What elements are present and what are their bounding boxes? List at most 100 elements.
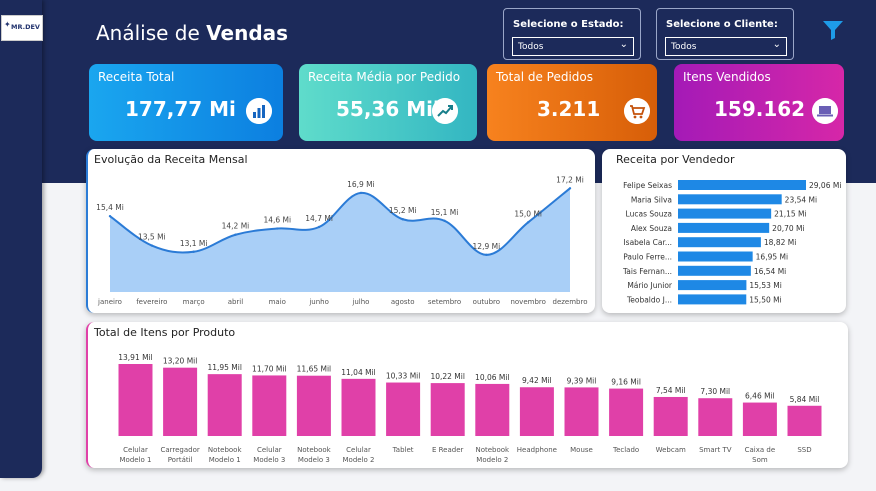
shopping-cart-icon: [624, 98, 650, 124]
product-bar: [252, 375, 287, 436]
product-value-label: 11,04 Mil: [341, 368, 376, 377]
bar-chart-icon: [246, 98, 272, 124]
filter-funnel-icon[interactable]: [822, 19, 844, 41]
kpi-value: 159.162: [714, 97, 806, 121]
kpi-label: Total de Pedidos: [496, 70, 594, 84]
logo-mark-icon: ✦: [4, 20, 11, 29]
seller-bar: [678, 265, 751, 276]
product-bar: [296, 375, 331, 436]
product-category-label: Carregador: [160, 446, 199, 454]
seller-name-label: Isabela Car...: [623, 238, 672, 247]
revenue-line-panel: Evolução da Receita Mensal 15,4 Mi janeir…: [86, 149, 595, 313]
sidebar: ✦ MR.DEV: [0, 0, 43, 478]
revenue-point: [150, 244, 154, 247]
page-title: Análise de Vendas: [96, 21, 288, 45]
product-value-label: 9,39 Mil: [567, 376, 597, 385]
revenue-month-label: março: [183, 298, 205, 306]
revenue-month-label: julho: [351, 298, 369, 306]
product-value-label: 9,42 Mil: [522, 376, 552, 385]
client-filter: Selecione o Cliente: Todos ⌄: [656, 8, 794, 60]
product-bar: [207, 374, 242, 436]
seller-name-label: Alex Souza: [631, 224, 672, 233]
seller-name-label: Felipe Seixas: [623, 181, 672, 190]
client-filter-select[interactable]: Todos ⌄: [665, 37, 787, 56]
seller-value-label: 16,54 Mi: [754, 267, 786, 276]
state-filter-select[interactable]: Todos ⌄: [512, 37, 634, 56]
seller-value-label: 29,06 Mi: [809, 181, 841, 190]
kpi-label: Receita Média por Pedido: [308, 70, 461, 84]
revenue-data-label: 13,5 Mi: [138, 233, 166, 242]
product-category-label: Modelo 1: [209, 456, 241, 464]
product-value-label: 6,46 Mil: [745, 392, 775, 401]
product-value-label: 10,22 Mil: [430, 372, 465, 381]
state-filter-value: Todos: [518, 42, 544, 52]
product-category-label: Smart TV: [699, 446, 732, 454]
kpi-label: Receita Total: [98, 70, 175, 84]
product-bar-chart: 13,91 Mil Celular Modelo 1 13,20 Mil Carrega…: [118, 353, 822, 464]
seller-value-label: 16,95 Mi: [756, 253, 788, 262]
kpi-value: 55,36 Mil: [336, 97, 440, 121]
revenue-month-label: setembro: [428, 298, 461, 306]
product-bar: [118, 364, 153, 436]
page-title-prefix: Análise de: [96, 21, 200, 45]
product-value-label: 5,84 Mil: [790, 395, 820, 404]
revenue-month-label: novembro: [510, 298, 545, 306]
product-category-label: Notebook: [297, 446, 332, 454]
product-category-label: Celular: [346, 446, 371, 454]
product-category-label: Teclado: [612, 446, 639, 454]
product-category-label: E Reader: [432, 446, 464, 454]
kpi-card-receita-total: Receita Total 177,77 Mi: [89, 64, 283, 141]
seller-bar: [678, 222, 770, 233]
revenue-data-label: 13,1 Mi: [180, 239, 208, 248]
seller-bar: [678, 251, 753, 262]
product-bar-panel: Total de Itens por Produto 13,91 Mil Celu…: [86, 322, 848, 468]
seller-value-label: 18,82 Mi: [764, 238, 796, 247]
product-value-label: 11,70 Mil: [252, 364, 286, 373]
revenue-data-label: 15,4 Mi: [96, 203, 124, 212]
revenue-month-label: junho: [308, 298, 329, 306]
kpi-value: 177,77 Mi: [125, 97, 236, 121]
product-bar: [653, 396, 688, 436]
product-bar: [475, 383, 510, 436]
kpi-card-receita-media: Receita Média por Pedido 55,36 Mil: [299, 64, 477, 141]
product-value-label: 13,91 Mil: [118, 353, 153, 362]
revenue-point: [234, 233, 237, 236]
revenue-month-label: maio: [269, 298, 286, 306]
seller-name-label: Maria Silva: [631, 195, 672, 204]
client-filter-label: Selecione o Cliente:: [666, 19, 778, 30]
product-category-label: Modelo 2: [343, 456, 375, 464]
product-category-label: Headphone: [517, 446, 557, 454]
chevron-down-icon: ⌄: [619, 39, 628, 50]
product-value-label: 10,33 Mil: [386, 372, 421, 381]
revenue-month-label: outubro: [473, 298, 500, 306]
product-bar: [163, 367, 198, 436]
seller-bar-chart: Felipe Seixas 29,06 Mi Maria Silva 23,54 Mi…: [622, 180, 841, 305]
revenue-point: [359, 191, 363, 195]
product-category-label: Celular: [257, 446, 282, 454]
seller-name-label: Mário Junior: [627, 281, 673, 290]
revenue-point: [108, 214, 112, 218]
seller-bar: [678, 237, 761, 248]
product-value-label: 10,06 Mil: [475, 373, 510, 382]
product-bar: [386, 382, 421, 436]
seller-name-label: Tais Fernan...: [622, 267, 672, 276]
revenue-month-label: janeiro: [97, 298, 122, 306]
seller-bar: [678, 180, 806, 190]
seller-value-label: 23,54 Mi: [785, 195, 817, 204]
product-category-label: Celular: [123, 446, 148, 454]
state-filter-label: Selecione o Estado:: [513, 19, 624, 30]
product-category-label: Modelo 2: [476, 456, 508, 464]
seller-name-label: Teobaldo J...: [626, 295, 672, 304]
revenue-data-label: 14,6 Mi: [263, 216, 291, 225]
seller-bar-panel: Receita por Vendedor Felipe Seixas 29,06 …: [602, 149, 846, 313]
product-category-label: Modelo 3: [253, 456, 285, 464]
revenue-point: [568, 187, 572, 190]
seller-name-label: Paulo Ferre...: [623, 253, 672, 262]
product-value-label: 9,16 Mil: [611, 378, 641, 387]
product-value-label: 7,30 Mil: [700, 387, 730, 396]
product-category-label: Modelo 1: [120, 456, 152, 464]
revenue-data-label: 12,9 Mi: [473, 242, 501, 251]
product-category-label: Mouse: [570, 446, 593, 454]
product-category-label: Portátil: [168, 456, 193, 464]
product-bar: [430, 383, 465, 436]
